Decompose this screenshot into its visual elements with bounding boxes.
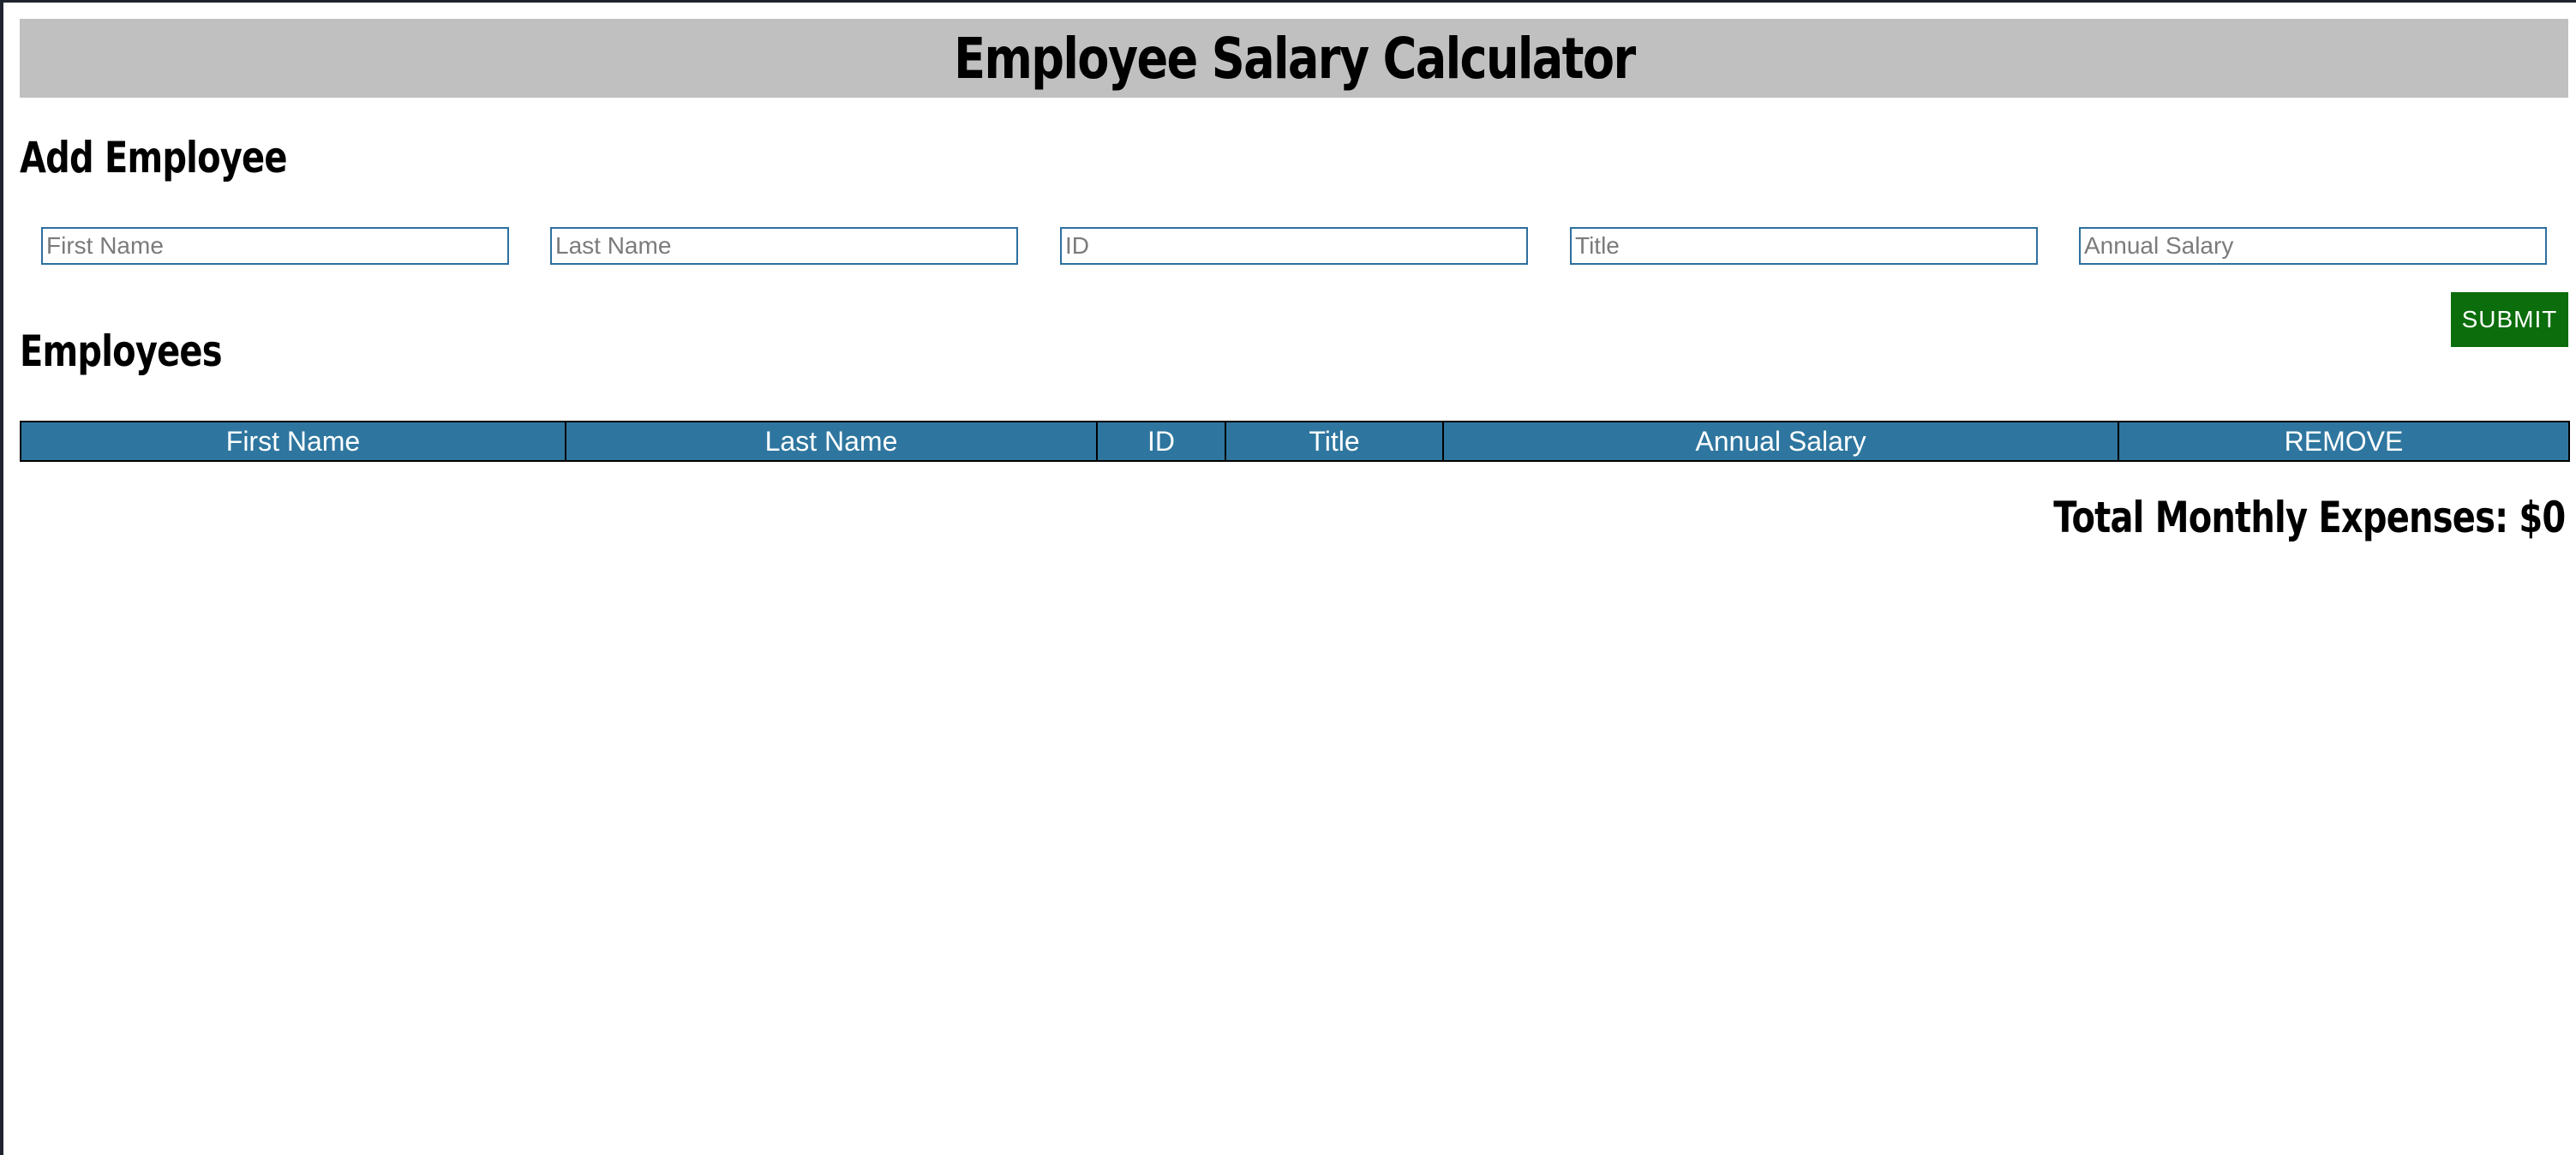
- title-input[interactable]: [1570, 227, 2038, 265]
- column-header-remove: REMOVE: [2118, 421, 2570, 462]
- employees-heading: Employees: [20, 326, 223, 376]
- page-title: Employee Salary Calculator: [953, 25, 1636, 92]
- total-monthly-expenses: Total Monthly Expenses: $0: [2052, 493, 2566, 542]
- table-header-row: First Name Last Name ID Title Annual Sal…: [20, 421, 2570, 462]
- app-window: Employee Salary Calculator Add Employee …: [0, 0, 2576, 1155]
- column-header-annual-salary: Annual Salary: [1442, 421, 2119, 462]
- annual-salary-input[interactable]: [2079, 227, 2547, 265]
- app-header: Employee Salary Calculator: [20, 19, 2568, 98]
- employees-table: First Name Last Name ID Title Annual Sal…: [20, 421, 2570, 462]
- submit-button[interactable]: SUBMIT: [2451, 292, 2568, 347]
- first-name-input[interactable]: [41, 227, 509, 265]
- last-name-input[interactable]: [550, 227, 1018, 265]
- column-header-first-name: First Name: [20, 421, 566, 462]
- column-header-id: ID: [1096, 421, 1226, 462]
- id-input[interactable]: [1060, 227, 1528, 265]
- column-header-last-name: Last Name: [565, 421, 1098, 462]
- column-header-title: Title: [1225, 421, 1444, 462]
- add-employee-heading: Add Employee: [20, 133, 288, 183]
